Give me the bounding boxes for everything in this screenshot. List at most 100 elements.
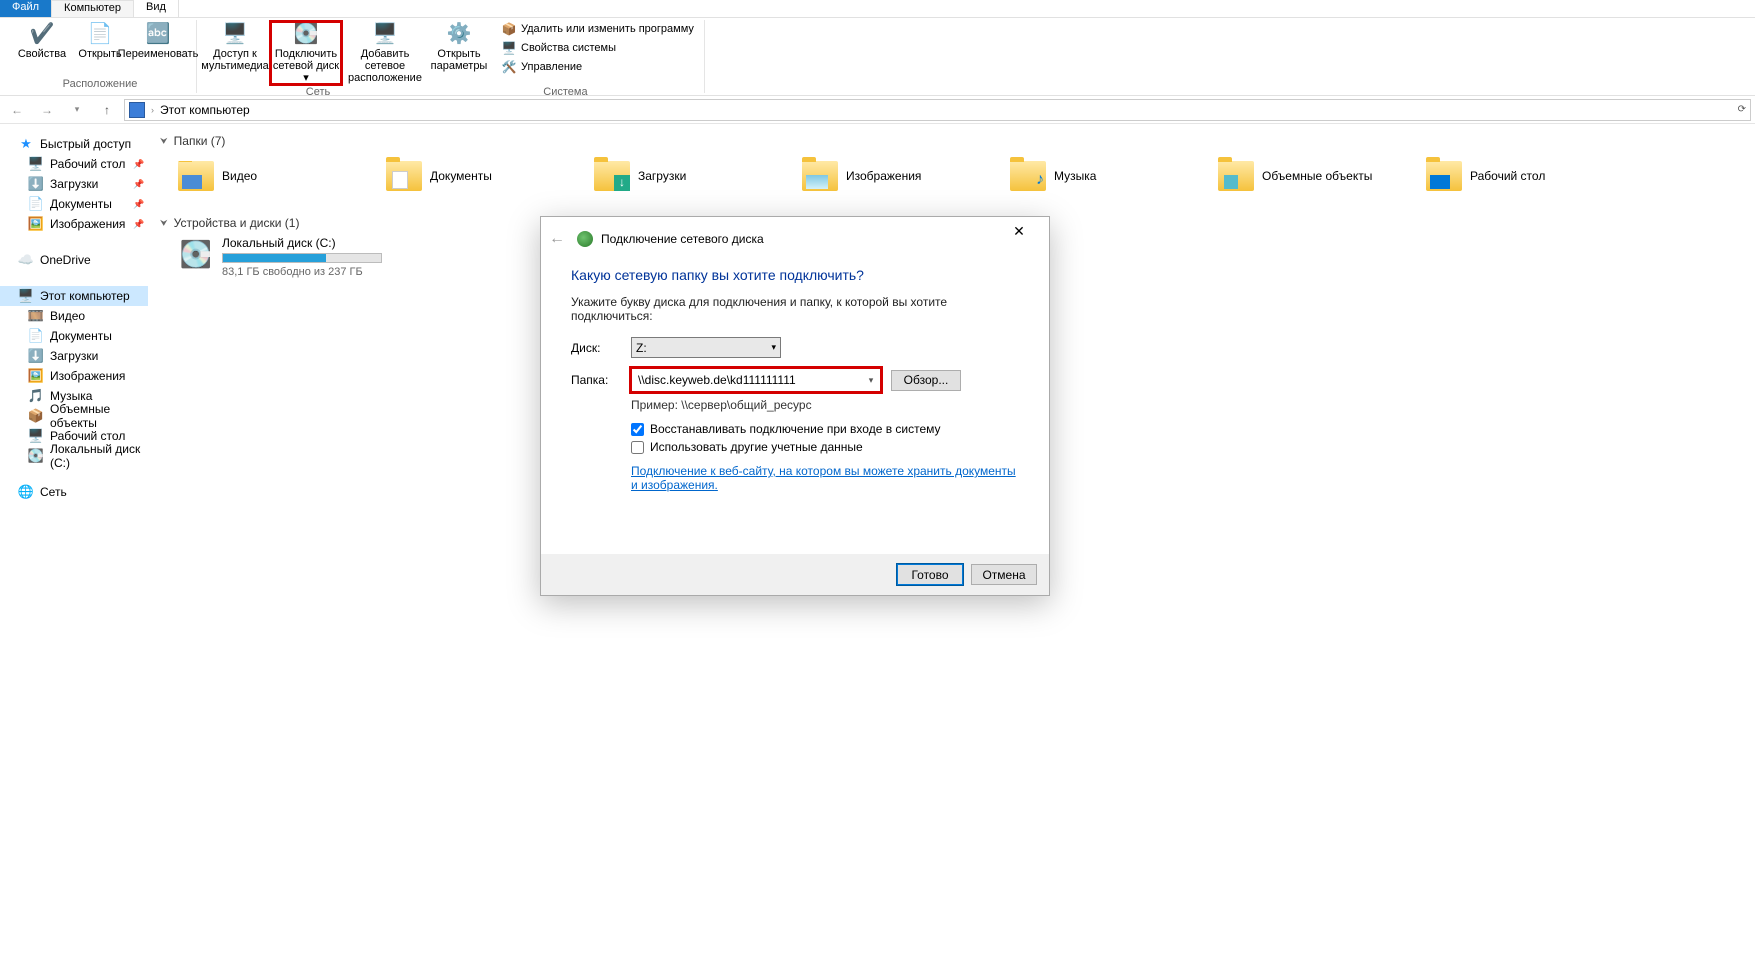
folder-icon [802, 158, 838, 194]
sidebar-desktop[interactable]: 🖥️ Рабочий стол 📌 [0, 154, 148, 174]
sidebar-documents[interactable]: 📄 Документы 📌 [0, 194, 148, 214]
recent-button[interactable]: ▾ [64, 99, 90, 121]
sidebar-onedrive[interactable]: ☁️ OneDrive [0, 250, 148, 270]
drive-c[interactable]: 💽 Локальный диск (C:) 83,1 ГБ свободно и… [178, 236, 398, 278]
cancel-button[interactable]: Отмена [971, 564, 1037, 585]
folders-header[interactable]: ⮟ Папки (7) [160, 134, 1743, 148]
label: Документы [430, 169, 492, 183]
thispc-icon [129, 102, 145, 118]
sidebar-network[interactable]: 🌐 Сеть [0, 482, 148, 502]
pictures-icon: 🖼️ [28, 216, 44, 232]
other-credentials-checkbox-row[interactable]: Использовать другие учетные данные [631, 440, 1019, 454]
forward-button[interactable]: → [34, 99, 60, 121]
label: Видео [222, 169, 257, 183]
sidebar-c-drive[interactable]: 💽 Локальный диск (C:) [0, 446, 148, 466]
label: Загрузки [50, 349, 98, 363]
navigation-bar: ← → ▾ ↑ › Этот компьютер ⟳ [0, 96, 1755, 124]
desktop-icon: 🖥️ [28, 156, 44, 172]
connect-website-link[interactable]: Подключение к веб-сайту, на котором вы м… [631, 464, 1019, 492]
label: Открыть параметры [429, 48, 489, 72]
label: Видео [50, 309, 85, 323]
folder-documents[interactable]: Документы [386, 154, 566, 198]
label: Объемные объекты [50, 402, 144, 430]
chevron-down-icon[interactable]: ▾ [864, 375, 878, 386]
group-label: Расположение [10, 78, 190, 93]
close-button[interactable]: ✕ [997, 217, 1041, 245]
label: Музыка [1054, 169, 1096, 183]
folder-desktop[interactable]: Рабочий стол [1426, 154, 1606, 198]
browse-button[interactable]: Обзор... [891, 370, 961, 391]
sidebar-quick-access[interactable]: ★ Быстрый доступ [0, 134, 148, 154]
uninstall-program-button[interactable]: 📦 Удалить или изменить программу [497, 20, 698, 38]
sidebar-3dobjects[interactable]: 📦 Объемные объекты [0, 406, 148, 426]
documents-icon: 📄 [28, 328, 44, 344]
drive-letter-select[interactable]: Z: ▾ [631, 337, 781, 358]
sidebar-downloads[interactable]: ⬇️ Загрузки 📌 [0, 174, 148, 194]
tab-computer[interactable]: Компьютер [52, 0, 134, 17]
add-network-location-button[interactable]: 🖥️ Добавить сетевое расположение [345, 20, 425, 86]
folder-pictures[interactable]: Изображения [802, 154, 982, 198]
sidebar-videos[interactable]: 🎞️ Видео [0, 306, 148, 326]
folder-videos[interactable]: Видео [178, 154, 358, 198]
label: Переименовать [118, 48, 199, 60]
network-drive-icon [577, 231, 593, 247]
drive-free-text: 83,1 ГБ свободно из 237 ГБ [222, 266, 398, 278]
finish-button[interactable]: Готово [897, 564, 963, 585]
videos-icon: 🎞️ [28, 308, 44, 324]
navigation-pane: ★ Быстрый доступ 🖥️ Рабочий стол 📌 ⬇️ За… [0, 124, 148, 977]
dialog-instruction: Укажите букву диска для подключения и па… [571, 295, 1019, 323]
sidebar-documents-pc[interactable]: 📄 Документы [0, 326, 148, 346]
map-network-drive-button[interactable]: 💽 Подключить сетевой диск ▾ [269, 20, 343, 86]
media-access-button[interactable]: 🖥️ Доступ к мультимедиа [203, 20, 267, 74]
downloads-icon: ⬇️ [28, 348, 44, 364]
drive-usage-bar [222, 253, 382, 263]
back-button[interactable]: ← [4, 99, 30, 121]
up-button[interactable]: ↑ [94, 99, 120, 121]
sidebar-pictures[interactable]: 🖼️ Изображения 📌 [0, 214, 148, 234]
drive-icon: 💽 [290, 22, 322, 46]
address-bar[interactable]: › Этот компьютер ⟳ [124, 99, 1751, 121]
label: Добавить сетевое расположение [347, 48, 423, 84]
dialog-title-text: Подключение сетевого диска [601, 232, 764, 246]
reconnect-checkbox[interactable] [631, 423, 644, 436]
rename-icon: 🔤 [142, 22, 174, 46]
open-icon: 📄 [84, 22, 116, 46]
manage-button[interactable]: 🛠️ Управление [497, 58, 698, 76]
open-settings-button[interactable]: ⚙️ Открыть параметры [427, 20, 491, 74]
label: Рабочий стол [50, 429, 125, 443]
tab-view[interactable]: Вид [134, 0, 179, 17]
cloud-icon: ☁️ [18, 252, 34, 268]
folder-3dobjects[interactable]: Объемные объекты [1218, 154, 1398, 198]
reconnect-checkbox-row[interactable]: Восстанавливать подключение при входе в … [631, 422, 1019, 436]
selected-value: Z: [636, 341, 647, 355]
sidebar-downloads-pc[interactable]: ⬇️ Загрузки [0, 346, 148, 366]
folder-music[interactable]: ♪ Музыка [1010, 154, 1190, 198]
tab-file[interactable]: Файл [0, 0, 52, 17]
gear-icon: ⚙️ [443, 22, 475, 46]
chevron-right-icon: › [151, 105, 154, 115]
ribbon: ✔️ Свойства 📄 Открыть 🔤 Переименовать Ра… [0, 18, 1755, 96]
sidebar-this-pc[interactable]: 🖥️ Этот компьютер [0, 286, 148, 306]
label: Этот компьютер [40, 289, 130, 303]
label: Документы [50, 329, 112, 343]
label: Свойства системы [521, 42, 616, 54]
music-icon: 🎵 [28, 388, 44, 404]
label: Локальный диск (C:) [50, 442, 144, 470]
folder-path-label: Папка: [571, 373, 631, 387]
folder-downloads[interactable]: ↓ Загрузки [594, 154, 774, 198]
label: Открыть [78, 48, 121, 60]
other-credentials-checkbox[interactable] [631, 441, 644, 454]
folder-path-input[interactable] [634, 373, 864, 387]
refresh-icon[interactable]: ⟳ [1738, 104, 1746, 115]
rename-button[interactable]: 🔤 Переименовать [126, 20, 190, 62]
properties-button[interactable]: ✔️ Свойства [10, 20, 74, 62]
label: Удалить или изменить программу [521, 23, 694, 35]
documents-icon: 📄 [28, 196, 44, 212]
back-icon[interactable]: ← [549, 230, 569, 248]
label: Загрузки [50, 177, 98, 191]
system-properties-button[interactable]: 🖥️ Свойства системы [497, 39, 698, 57]
uninstall-icon: 📦 [501, 21, 517, 37]
label: Восстанавливать подключение при входе в … [650, 422, 941, 436]
sidebar-pictures-pc[interactable]: 🖼️ Изображения [0, 366, 148, 386]
pin-icon: 📌 [134, 179, 144, 189]
